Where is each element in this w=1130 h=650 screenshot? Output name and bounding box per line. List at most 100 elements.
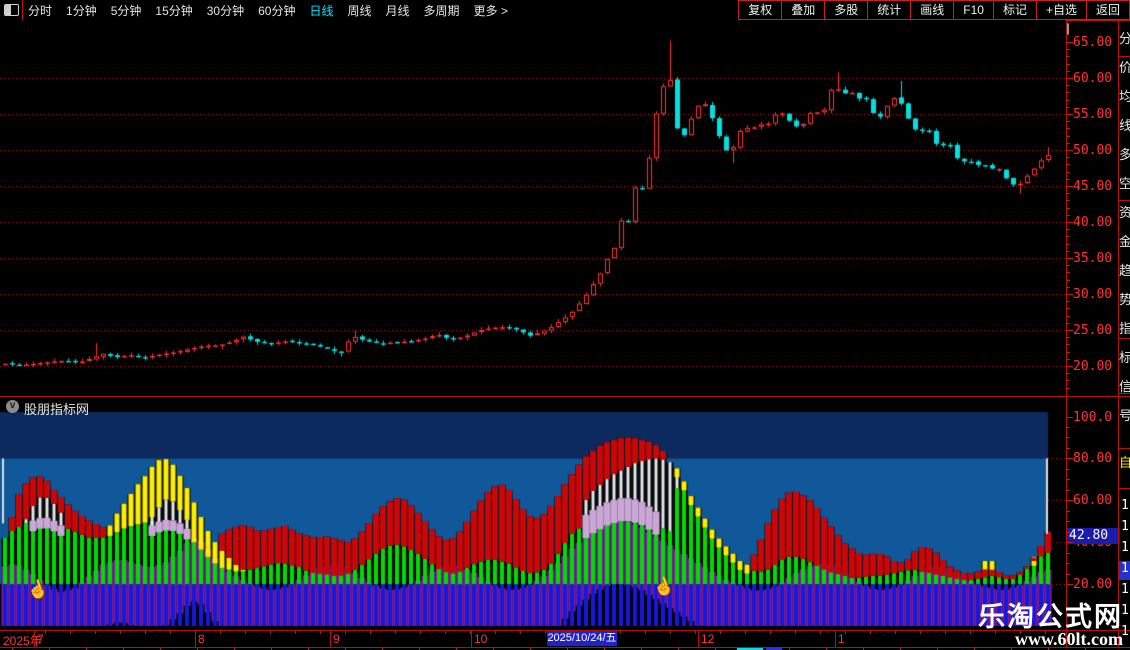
timeline[interactable]: 2025年 7 8 9 10 12 1 2025/10/24/五 [0,631,1066,648]
axis-tick [1066,135,1070,137]
timeline-minor-tick [345,631,346,634]
tab-8[interactable]: 周线 [347,2,371,19]
toolbar-button[interactable]: 多股 [824,0,869,20]
clipped-sidebar-text: 势 [1119,292,1130,307]
toolbar-button[interactable]: 返回 [1085,0,1130,20]
tab-2[interactable]: 1分钟 [66,2,97,19]
axis-tick [1066,380,1070,382]
timeline-minor-tick [570,631,571,634]
axis-tick [1066,106,1070,108]
axis-tick [1066,63,1070,65]
axis-tick [1066,373,1070,375]
top-toolbar: 分时 1分钟 5分钟 15分钟 30分钟 60分钟 日线 周线 月线 多周期 更多 > 复权 叠加 多股… [0,0,1130,21]
chevron-down-icon[interactable]: v [6,400,19,413]
timeline-minor-tick [145,631,146,634]
tab-9[interactable]: 月线 [386,2,410,19]
timeline-minor-tick [95,631,96,634]
timeline-minor-tick [695,631,696,634]
sidebar-separator [1119,338,1130,339]
clipped-sidebar-text: 趋 [1119,263,1130,278]
timeline-minor-tick [70,631,71,634]
axis-tick [1066,366,1073,367]
tab-10[interactable]: 多周期 [424,2,460,19]
axis-tick [1066,308,1070,310]
month-separator [471,631,472,647]
axis-tick [1066,294,1073,295]
axis-tick [1066,510,1070,512]
axis-tick [1066,70,1070,72]
axis-tick [1066,322,1070,324]
price-tick-label: 55.00 [1073,107,1113,122]
axis-tick [1066,85,1070,87]
toolbar-button[interactable]: +自选 [1035,0,1087,20]
toolbar-button[interactable]: 叠加 [781,0,826,20]
toolbar-button[interactable]: F10 [953,0,994,20]
tab-4[interactable]: 15分钟 [155,2,192,19]
axis-tick [1066,128,1070,130]
clipped-sidebar-text: 均 [1119,89,1130,104]
candlestick-chart[interactable] [0,20,1066,396]
tab-5[interactable]: 30分钟 [207,2,244,19]
timeline-minor-tick [495,631,496,634]
toolbar-button[interactable]: 画线 [910,0,955,20]
indicator-tick-label: 80.00 [1073,451,1113,467]
timeline-minor-tick [445,631,446,634]
toolbar-button[interactable]: 复权 [738,0,783,20]
month-label: 10 [474,632,488,646]
timeline-minor-tick [720,631,721,634]
month-label: 9 [333,632,340,646]
price-tick-label: 30.00 [1073,287,1113,302]
clipped-right-sidebar[interactable]: 分价均线多空资金趋势指标信号自1111111 [1119,20,1130,648]
clipped-sidebar-text: 号 [1119,408,1130,423]
axis-tick [1066,489,1070,491]
axis-tick [1066,222,1073,223]
watermark: 乐淘公式网 www.60lt.com [978,604,1123,649]
axis-tick [1066,337,1070,339]
tab-11[interactable]: 更多 > [474,2,508,19]
axis-tick [1066,584,1073,586]
trading-terminal: 分时 1分钟 5分钟 15分钟 30分钟 60分钟 日线 周线 月线 多周期 更多 > 复权 叠加 多股… [0,0,1130,650]
timeline-minor-tick [820,631,821,634]
axis-tick [1066,200,1070,202]
axis-tick [1066,265,1070,267]
timeline-minor-tick [745,631,746,634]
axis-tick [1066,416,1073,418]
month-separator [698,631,699,647]
indicator-tick-label: 100.0 [1073,409,1113,425]
axis-tick [1066,351,1070,353]
axis-tick [1066,330,1073,331]
toolbar-button[interactable]: 标记 [992,0,1037,20]
axis-tick [1066,42,1073,43]
month-separator [835,631,836,647]
tab-6[interactable]: 60分钟 [258,2,295,19]
axis-tick [1066,157,1070,159]
axis-tick [1066,99,1070,101]
tab-3[interactable]: 5分钟 [111,2,142,19]
axis-tick [1066,521,1070,523]
tab-1[interactable]: 分时 [28,2,52,19]
timeline-minor-tick [770,631,771,634]
sidebar-digit: 1 [1121,519,1129,534]
layout-toggle-button[interactable] [0,0,23,20]
period-tabs: 分时 1分钟 5分钟 15分钟 30分钟 60分钟 日线 周线 月线 多周期 更多 > [28,0,508,20]
timeline-minor-tick [195,631,196,634]
clipped-sidebar-text: 分 [1119,31,1130,46]
axis-tick [1066,258,1073,259]
tab-7[interactable]: 日线 [309,2,333,19]
timeline-minor-tick [295,631,296,634]
timeline-minor-tick [45,631,46,634]
axis-tick [1066,56,1070,58]
clipped-sidebar-text: 多 [1119,147,1130,162]
month-label: 7 [37,632,44,646]
timeline-minor-tick [245,631,246,634]
axis-tick [1066,301,1070,303]
sidebar-separator [1119,56,1130,57]
indicator-chart[interactable] [0,397,1066,630]
clipped-sidebar-text: 标 [1119,350,1130,365]
axis-tick [1066,121,1070,123]
sidebar-separator [1119,488,1130,489]
clipped-sidebar-text: 线 [1119,118,1130,133]
toolbar-button[interactable]: 统计 [867,0,912,20]
clipped-sidebar-text: 资 [1119,205,1130,220]
month-separator [330,631,331,647]
